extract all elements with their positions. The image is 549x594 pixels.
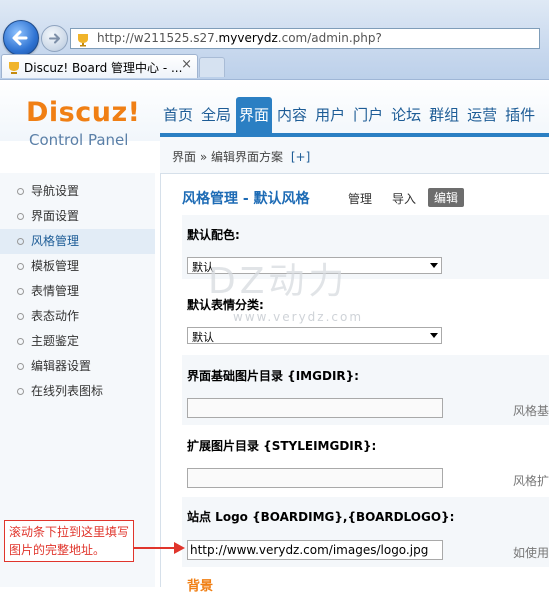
- site-favicon-icon: [78, 34, 88, 47]
- back-arrow-icon: [12, 30, 28, 46]
- forward-arrow-icon: [49, 33, 60, 44]
- breadcrumb-separator: »: [199, 150, 208, 164]
- sidebar-item-style-manage[interactable]: 风格管理: [0, 229, 155, 254]
- imgdir-label: 界面基础图片目录 {IMGDIR}:: [187, 369, 359, 383]
- sidebar-item-template-manage[interactable]: 模板管理: [0, 254, 155, 279]
- tab-manage[interactable]: 管理: [348, 190, 372, 207]
- sidebar-item-smiley-manage[interactable]: 表情管理: [0, 279, 155, 304]
- tab-favicon-icon: [9, 62, 19, 74]
- logo-url-input[interactable]: http://www.verydz.com/images/logo.jpg: [187, 540, 443, 560]
- tab-import[interactable]: 导入: [392, 190, 416, 207]
- default-color-label: 默认配色:: [187, 228, 240, 242]
- browser-chrome: http://w211525.s27.myverydz.com/admin.ph…: [0, 0, 549, 80]
- nav-groups[interactable]: 群组: [426, 97, 462, 133]
- sidebar-item-nav-settings[interactable]: 导航设置: [0, 179, 155, 204]
- breadcrumb-page: 编辑界面方案: [211, 150, 284, 164]
- sidebar-item-thread-stamp[interactable]: 主题鉴定: [0, 329, 155, 354]
- nav-global[interactable]: 全局: [198, 97, 234, 133]
- breadcrumb-bar: 界面 » 编辑界面方案 [+]: [160, 137, 549, 174]
- background-section-label: 背景: [187, 579, 214, 594]
- breadcrumb: 界面 » 编辑界面方案 [+]: [172, 148, 310, 165]
- nav-interface[interactable]: 界面: [236, 97, 273, 133]
- add-shortcut-link[interactable]: [+]: [291, 150, 310, 164]
- watermark: DZ动力: [208, 261, 349, 302]
- tab-title: Discuz! Board 管理中心 - ...: [24, 61, 183, 75]
- tab-close-icon[interactable]: ×: [181, 57, 192, 72]
- imgdir-hint: 风格基: [513, 404, 549, 418]
- logo-label: 站点 Logo {BOARDIMG},{BOARDLOGO}:: [187, 510, 455, 524]
- nav-forum[interactable]: 论坛: [388, 97, 424, 133]
- address-bar[interactable]: http://w211525.s27.myverydz.com/admin.ph…: [70, 28, 540, 49]
- tab-edit[interactable]: 编辑: [428, 188, 465, 207]
- logo-hint: 如使用: [513, 546, 549, 560]
- default-smiley-select[interactable]: 默认: [187, 327, 442, 344]
- forward-button[interactable]: [41, 25, 68, 52]
- new-tab-button[interactable]: [199, 57, 225, 77]
- logo-subtitle: Control Panel: [29, 131, 129, 149]
- sidebar-item-online-icons[interactable]: 在线列表图标: [0, 379, 155, 404]
- styleimgdir-label: 扩展图片目录 {STYLEIMGDIR}:: [187, 439, 377, 453]
- imgdir-input[interactable]: [187, 398, 443, 418]
- chevron-down-icon: [430, 263, 438, 268]
- breadcrumb-section[interactable]: 界面: [172, 150, 196, 164]
- top-nav: 首页 全局 界面 内容 用户 门户 论坛 群组 运营 插件: [160, 97, 540, 133]
- default-smiley-value: 默认: [192, 331, 214, 344]
- sidebar-item-editor-settings[interactable]: 编辑器设置: [0, 354, 155, 379]
- panel-title: 风格管理 - 默认风格: [182, 191, 310, 207]
- address-url: http://w211525.s27.myverydz.com/admin.ph…: [97, 31, 382, 45]
- annotation-arrow-icon: [134, 542, 185, 554]
- sidebar-item-click-actions[interactable]: 表态动作: [0, 304, 155, 329]
- back-button[interactable]: [3, 20, 39, 56]
- logo: Discuz!: [26, 97, 141, 128]
- watermark-url: www.verydz.com: [233, 310, 364, 324]
- annotation-callout: 滚动条下拉到这里填写图片的完整地址。: [4, 520, 134, 562]
- browser-tab[interactable]: Discuz! Board 管理中心 - ... ×: [1, 54, 198, 78]
- styleimgdir-hint: 风格扩: [513, 474, 549, 488]
- chevron-down-icon: [430, 333, 438, 338]
- sidebar-divider: [160, 173, 161, 587]
- nav-operations[interactable]: 运营: [464, 97, 500, 133]
- nav-plugins[interactable]: 插件: [502, 97, 538, 133]
- nav-content[interactable]: 内容: [274, 97, 310, 133]
- nav-home[interactable]: 首页: [160, 97, 196, 133]
- sidebar-item-interface-settings[interactable]: 界面设置: [0, 204, 155, 229]
- nav-portal[interactable]: 门户: [350, 97, 386, 133]
- nav-users[interactable]: 用户: [312, 97, 348, 133]
- styleimgdir-input[interactable]: [187, 468, 443, 488]
